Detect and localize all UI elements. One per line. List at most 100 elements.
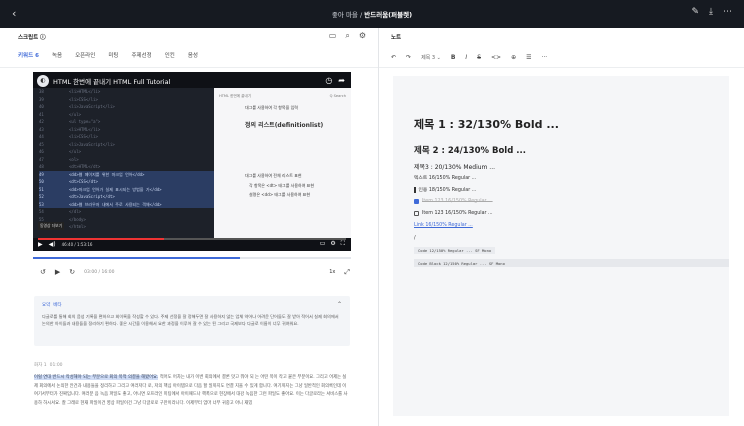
chevron-up-icon[interactable]: ⌃ [337, 301, 342, 308]
play-icon[interactable]: ▶ [38, 241, 43, 248]
tab-keywords[interactable]: 키워드 6 [18, 51, 39, 67]
code-line: 48 <dt>HTML</dt> [39, 163, 214, 171]
expand-icon[interactable]: ⤢ [344, 268, 350, 277]
highlighted-text[interactable]: 이럴 연대 반드시 작성해야 되는 부분으로 회의 목적 의결을 해봤어요. [34, 375, 159, 380]
forward-icon[interactable]: ↻ [69, 268, 75, 276]
code-line-text: <dd>마크업 언어가 실제 표시되는 방법을 기</dd> [69, 186, 162, 192]
code-line-text: </ul> [69, 149, 82, 154]
document-icon[interactable]: ▭ [329, 31, 337, 41]
code-line: 47 <ol> [39, 156, 214, 164]
heading-1[interactable]: 제목 1 : 32/130% Bold ... [414, 116, 559, 132]
code-line: 45 <li>JavaScript</li> [39, 141, 214, 149]
text-style-select[interactable]: 제목 3 ⌄ [421, 54, 441, 61]
video-title[interactable]: HTML 한번에 끝내기 HTML Full Tutorial [53, 76, 170, 86]
transcript: 화자 1 01:00 이럴 연대 반드시 작성해야 되는 부분으로 회의 목적 의… [34, 362, 350, 408]
checklist-item[interactable]: Item 123 16/150% Regular ... [414, 211, 493, 216]
more-icon[interactable]: ⋯ [723, 7, 732, 17]
code-line: 53 <dd>웹 브라우저 내에서 주로 사용되는 객체</dd> [39, 200, 214, 208]
summary-text: 다글로를 통해 회의 음성 기록을 편하으고 회이록을 작성할 수 있다. 주제… [42, 314, 339, 326]
editor-toolbar: ↶ ↷ 제목 3 ⌄ B I S <> ⊕ ☰ ··· [379, 42, 744, 68]
tab-offline[interactable]: 오픈라인 [75, 51, 95, 67]
play-icon[interactable]: ▶ [55, 268, 60, 276]
transcript-text[interactable]: 이럴 연대 반드시 작성해야 되는 부분으로 회의 목적 의결을 해봤어요. 적… [34, 374, 350, 408]
note-editor[interactable]: 제목 1 : 32/130% Bold ... 제목 2 : 24/130% B… [393, 76, 729, 416]
settings-icon[interactable]: ⚙ [330, 240, 335, 248]
video-player[interactable]: 38 <li>HTML</li> 39 <li>CSS</li> 40 <li>JavaS… [33, 72, 351, 251]
undo-icon[interactable]: ↶ [391, 54, 396, 61]
list-button[interactable]: ☰ [526, 54, 531, 61]
code-line-number: 44 [39, 134, 44, 139]
playback-progress[interactable] [33, 257, 351, 259]
code-block[interactable]: Code Block 12/150% Regular ... SF Mono [414, 259, 729, 267]
code-line-number: 43 [39, 126, 44, 132]
checkbox-checked[interactable] [414, 199, 419, 204]
heading-3[interactable]: 제목3 : 20/130% Medium ... [414, 162, 495, 171]
audio-player: ↺ ▶ ↻ 03:00 / 16:00 1x ⤢ [40, 266, 350, 278]
slide-bullet: 설명은 <dd> 태그를 사용하여 표현 [249, 192, 311, 197]
speaker-time[interactable]: 01:00 [50, 363, 63, 368]
settings-icon[interactable]: ⚙ [359, 31, 366, 41]
quote-block[interactable]: 인용 18/150% Regular ... [414, 186, 476, 193]
subtitles-icon[interactable]: ▭ [320, 240, 326, 248]
clock-icon[interactable]: ◷ [325, 76, 332, 85]
search-icon[interactable]: ⌕ [345, 31, 349, 41]
code-line-number: 51 [39, 186, 44, 192]
checklist-item-checked[interactable]: Item 123 16/150% Regular ... [414, 199, 493, 204]
bold-button[interactable]: B [451, 54, 456, 61]
video-time: 46:40 / 1:53:16 [61, 242, 93, 247]
speaker-name[interactable]: 화자 1 [34, 363, 47, 368]
code-line-text: <dd>웹 브라우저 내에서 주로 사용되는 객체</dd> [69, 201, 162, 207]
script-title: 스크립트 ⓘ [18, 35, 46, 41]
code-line-number: 48 [39, 164, 44, 169]
volume-icon[interactable]: ◀) [49, 241, 56, 248]
redo-icon[interactable]: ↷ [406, 54, 411, 61]
edit-icon[interactable]: ✎ [691, 7, 699, 17]
code-line-number: 50 [39, 179, 44, 184]
checkbox[interactable] [414, 211, 419, 216]
quote-bar [414, 186, 416, 193]
body-text[interactable]: 텍스트 16/150% Regular ... [414, 174, 476, 181]
share-icon[interactable]: ➦ [338, 76, 345, 85]
download-icon[interactable]: ⤓ [709, 7, 713, 17]
speed-button[interactable]: 1x [329, 269, 335, 275]
beta-badge: 베타 [53, 303, 62, 308]
tab-topic[interactable]: 주제선정 [131, 51, 151, 67]
code-line-text: <li>JavaScript</li> [69, 104, 115, 109]
note-title: 노트 [391, 35, 402, 41]
code-button[interactable]: <> [491, 54, 501, 61]
channel-logo-icon[interactable]: ◐ [37, 75, 49, 87]
breadcrumb-prefix[interactable]: 좋아 마을 / [332, 11, 362, 19]
tab-meeting[interactable]: 미팅 [108, 51, 118, 67]
code-line-text: <li>HTML</li> [69, 89, 101, 94]
note-panel: 노트 ↶ ↷ 제목 3 ⌄ B I S <> ⊕ ☰ ··· 제목 1 : 32… [379, 28, 744, 426]
tab-inkin[interactable]: 인킨 [165, 51, 175, 67]
fullscreen-icon[interactable]: ⛶ [341, 240, 345, 248]
tab-recording[interactable]: 녹음 [52, 51, 62, 67]
more-button[interactable]: ··· [541, 54, 547, 61]
code-line: 40 <li>JavaScript</li> [39, 103, 214, 111]
breadcrumb: 좋아 마을 / 반드러움(퍼블렛) [0, 9, 744, 19]
slash-line[interactable]: / [414, 236, 416, 241]
tab-voice[interactable]: 음성 [188, 51, 198, 67]
code-line: 50 <dt>CSS</dt> [39, 178, 214, 186]
strike-button[interactable]: S [477, 54, 481, 61]
breadcrumb-current: 반드러움(퍼블렛) [364, 11, 413, 19]
link-text[interactable]: Link 16/150% Regular ... [414, 223, 473, 228]
heading-2[interactable]: 제목 2 : 24/130% Bold ... [414, 144, 526, 156]
more-videos-badge[interactable]: 동영상 더보기 [38, 222, 65, 230]
code-line-text: <li>CSS</li> [69, 134, 98, 139]
code-line-number: 52 [39, 194, 44, 199]
italic-button[interactable]: I [465, 54, 467, 61]
script-header: 스크립트 ⓘ ▭ ⌕ ⚙ [0, 28, 378, 42]
link-line[interactable]: Link 16/150% Regular ... [414, 223, 473, 228]
body-text-label: 텍스트 16/150% Regular ... [414, 176, 477, 181]
link-button[interactable]: ⊕ [511, 54, 516, 61]
slide-bullet: 대그를 사용하여 각 항목을 입력 [245, 105, 298, 110]
slide-topline: HTML 한번에 끝내기 [219, 94, 252, 98]
code-line-number: 39 [39, 96, 44, 102]
code-line: 42 <ul type="a"> [39, 118, 214, 126]
video-progress[interactable] [38, 238, 346, 240]
inline-code[interactable]: Code 12/150% Regular ... SF Mono [414, 247, 496, 254]
code-line-text: <li>HTML</li> [69, 126, 101, 132]
rewind-icon[interactable]: ↺ [40, 268, 46, 276]
